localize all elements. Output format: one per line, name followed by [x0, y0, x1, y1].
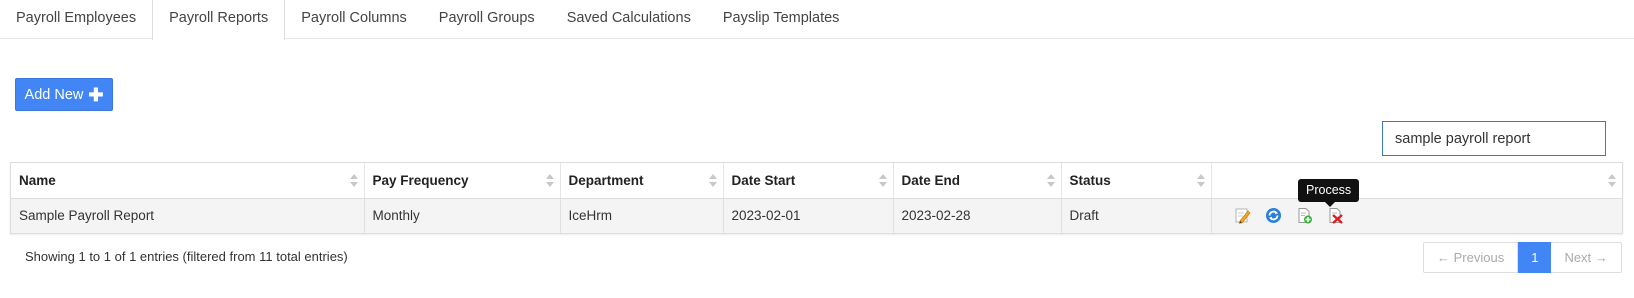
tab-payroll-columns[interactable]: Payroll Columns	[285, 0, 423, 39]
tab-payroll-employees[interactable]: Payroll Employees	[0, 0, 152, 39]
column-header-actions[interactable]	[1211, 163, 1622, 199]
sort-icon	[708, 174, 717, 188]
sort-icon	[1196, 174, 1205, 188]
cell-name: Sample Payroll Report	[11, 198, 365, 233]
delete-icon[interactable]	[1327, 207, 1344, 225]
cell-department: IceHrm	[560, 198, 724, 233]
tab-payroll-reports[interactable]: Payroll Reports	[152, 0, 286, 40]
process-icon[interactable]	[1265, 207, 1282, 224]
page-1-button[interactable]: 1	[1518, 242, 1552, 273]
process-tooltip: Process	[1298, 179, 1360, 207]
copy-icon[interactable]	[1296, 207, 1313, 224]
table-row: Sample Payroll Report Monthly IceHrm 202…	[11, 198, 1622, 233]
edit-icon[interactable]	[1234, 207, 1251, 224]
table-info: Showing 1 to 1 of 1 entries (filtered fr…	[25, 249, 348, 264]
column-header-name[interactable]: Name	[11, 163, 365, 199]
column-header-date-end[interactable]: Date End	[893, 163, 1062, 199]
column-header-department[interactable]: Department	[560, 163, 724, 199]
tab-bar: Payroll Employees Payroll Reports Payrol…	[0, 0, 1634, 40]
sort-icon	[545, 174, 554, 188]
sort-icon	[878, 174, 887, 188]
cell-date-start: 2023-02-01	[723, 198, 894, 233]
sort-icon	[1608, 174, 1616, 188]
sort-icon	[349, 174, 358, 188]
column-header-date-start[interactable]: Date Start	[723, 163, 894, 199]
table-header-row: Name Pay Frequency Department Date Start…	[11, 163, 1622, 199]
add-new-label: Add New	[24, 86, 84, 103]
plus-icon: ✚	[88, 84, 104, 105]
cell-status: Draft	[1061, 198, 1212, 233]
cell-date-end: 2023-02-28	[893, 198, 1062, 233]
tab-payslip-templates[interactable]: Payslip Templates	[707, 0, 856, 39]
add-new-button[interactable]: Add New ✚	[15, 78, 113, 111]
cell-pay-frequency: Monthly	[364, 198, 561, 233]
next-page-button[interactable]: Next →	[1551, 242, 1622, 273]
column-header-pay-frequency[interactable]: Pay Frequency	[364, 163, 561, 199]
tab-payroll-groups[interactable]: Payroll Groups	[423, 0, 551, 39]
previous-page-button[interactable]: ← Previous	[1423, 242, 1519, 273]
tab-saved-calculations[interactable]: Saved Calculations	[551, 0, 707, 39]
payroll-reports-table: Name Pay Frequency Department Date Start…	[10, 162, 1623, 234]
column-header-status[interactable]: Status	[1061, 163, 1212, 199]
search-input[interactable]	[1382, 121, 1606, 156]
pagination: ← Previous 1 Next →	[1423, 242, 1622, 273]
cell-actions	[1211, 198, 1622, 233]
sort-icon	[1046, 174, 1055, 188]
